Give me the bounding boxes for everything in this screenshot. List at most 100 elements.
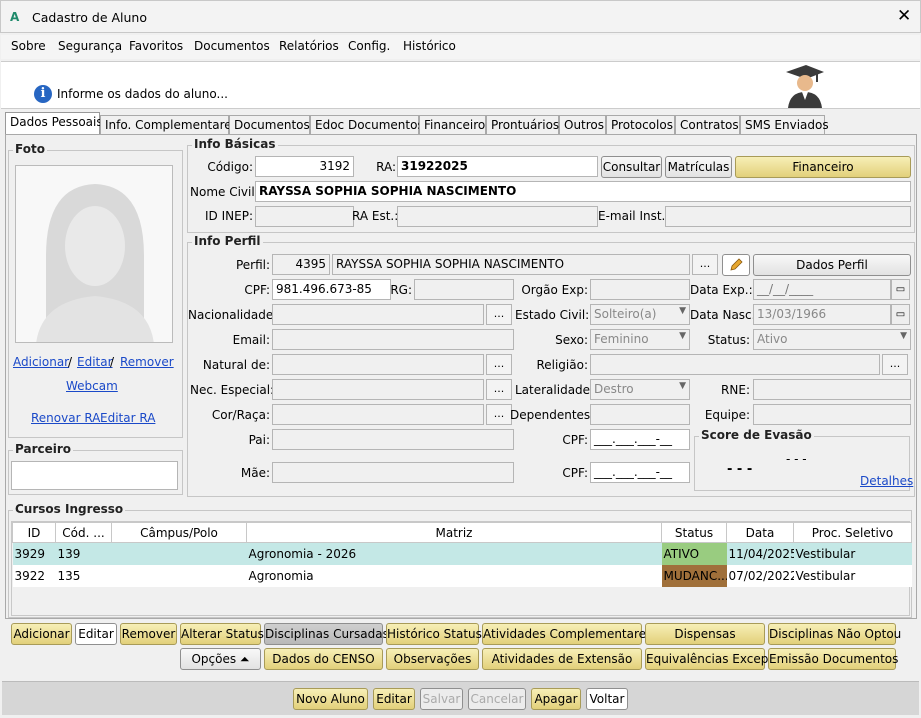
observacoes-button[interactable]: Observações [386, 648, 479, 670]
dados-perfil-button[interactable]: Dados Perfil [753, 254, 911, 276]
editar-ra-link[interactable]: Editar RA [100, 411, 155, 425]
disciplinas-cursadas-button[interactable]: Disciplinas Cursadas [264, 623, 389, 645]
nome-civil-field[interactable]: RAYSSA SOPHIA SOPHIA NASCIMENTO [255, 181, 911, 202]
id-inep-field[interactable] [255, 206, 354, 227]
data-exp-field[interactable]: __/__/____ [753, 279, 891, 300]
dispensas-button[interactable]: Dispensas [645, 623, 765, 645]
tab-info-complementares[interactable]: Info. Complementares [100, 115, 238, 135]
religiao-lookup-button[interactable]: ... [882, 354, 908, 375]
nec-especial-lookup-button[interactable]: ... [486, 379, 512, 400]
cancelar-button[interactable]: Cancelar [468, 688, 526, 710]
menu-relatorios[interactable]: Relatórios [279, 39, 339, 53]
cor-raca-lookup-button[interactable]: ... [486, 404, 512, 425]
consultar-button[interactable]: Consultar [601, 156, 662, 178]
tab-financeiro[interactable]: Financeiro [419, 115, 486, 135]
email-field[interactable] [272, 329, 514, 350]
nacionalidade-lookup-button[interactable]: ... [486, 304, 512, 325]
status-select[interactable]: Ativo ▼ [753, 329, 911, 350]
tab-sms-enviados[interactable]: SMS Enviados [740, 115, 829, 135]
col-campus[interactable]: Câmpus/Polo [111, 522, 247, 543]
menu-historico[interactable]: Histórico [403, 39, 456, 53]
salvar-button[interactable]: Salvar [420, 688, 463, 710]
pai-field[interactable] [272, 429, 514, 450]
menu-seguranca[interactable]: Segurança [58, 39, 122, 53]
data-nasc-field[interactable]: 13/03/1966 [753, 304, 891, 325]
tab-outros[interactable]: Outros [559, 115, 606, 135]
mae-field[interactable] [272, 462, 514, 483]
menu-favoritos[interactable]: Favoritos [129, 39, 183, 53]
col-id[interactable]: ID [12, 522, 56, 543]
dependentes-field[interactable] [590, 404, 690, 425]
ra-est-field[interactable] [397, 206, 598, 227]
nec-especial-field[interactable] [272, 379, 484, 400]
financeiro-button[interactable]: Financeiro [735, 156, 911, 178]
tab-prontuarios[interactable]: Prontuários [486, 115, 559, 135]
cor-raca-field[interactable] [272, 404, 484, 425]
foto-remover-link[interactable]: Remover [120, 355, 174, 369]
atividades-complementares-button[interactable]: Atividades Complementares [482, 623, 652, 645]
orgao-exp-field[interactable] [590, 279, 690, 300]
perfil-lookup-button[interactable]: ... [692, 254, 718, 275]
col-cod[interactable]: Cód. ... [55, 522, 112, 543]
adicionar-curso-button[interactable]: Adicionar [11, 623, 72, 645]
tab-dados-pessoais[interactable]: Dados Pessoais [5, 112, 103, 135]
remover-curso-button[interactable]: Remover [120, 623, 177, 645]
foto-adicionar-link[interactable]: Adicionar [13, 355, 69, 369]
natural-field[interactable] [272, 354, 484, 375]
calendar-icon[interactable]: ▭ [891, 279, 910, 300]
col-status[interactable]: Status [661, 522, 727, 543]
religiao-field[interactable] [590, 354, 880, 375]
editar-button[interactable]: Editar [373, 688, 415, 710]
tab-contratos[interactable]: Contratos [675, 115, 740, 135]
ra-field[interactable]: 31922025 [397, 156, 598, 177]
renovar-ra-link[interactable]: Renovar RA [31, 411, 100, 425]
perfil-id-field[interactable]: 4395 [272, 254, 330, 275]
email-inst-field[interactable] [665, 206, 911, 227]
col-proc-seletivo[interactable]: Proc. Seletivo [793, 522, 912, 543]
tab-protocolos[interactable]: Protocolos [606, 115, 675, 135]
historico-status-button[interactable]: Histórico Status [386, 623, 482, 645]
rne-field[interactable] [753, 379, 911, 400]
equipe-field[interactable] [753, 404, 911, 425]
cpf-field[interactable]: 981.496.673-85 [272, 279, 391, 300]
alterar-status-button[interactable]: Alterar Status [180, 623, 264, 645]
dados-censo-button[interactable]: Dados do CENSO [264, 648, 383, 670]
matriculas-button[interactable]: Matrículas [665, 156, 732, 178]
cpf-mae-field[interactable]: ___.___.___-__ [590, 462, 690, 483]
apagar-button[interactable]: Apagar [531, 688, 581, 710]
novo-aluno-button[interactable]: Novo Aluno [293, 688, 368, 710]
cpf-pai-field[interactable]: ___.___.___-__ [590, 429, 690, 450]
opcoes-button[interactable]: Opções ⏶ [180, 648, 261, 670]
sexo-select[interactable]: Feminino ▼ [590, 329, 690, 350]
menu-sobre[interactable]: Sobre [11, 39, 46, 53]
table-row[interactable]: 3922 135 Agronomia MUDANC... 07/02/2022 … [12, 564, 912, 587]
estado-civil-select[interactable]: Solteiro(a) ▼ [590, 304, 690, 325]
foto-editar-link[interactable]: Editar [77, 355, 113, 369]
tab-edoc-documentos[interactable]: Edoc Documentos [310, 115, 424, 135]
emissao-documentos-button[interactable]: Emissão Documentos [768, 648, 898, 670]
menu-documentos[interactable]: Documentos [194, 39, 270, 53]
menu-config[interactable]: Config. [348, 39, 390, 53]
table-row[interactable]: 3929 139 Agronomia - 2026 ATIVO 11/04/20… [12, 542, 912, 565]
nacionalidade-field[interactable] [272, 304, 484, 325]
perfil-nome-field[interactable]: RAYSSA SOPHIA SOPHIA NASCIMENTO [332, 254, 690, 275]
lateralidade-select[interactable]: Destro ▼ [590, 379, 690, 400]
parceiro-title: Parceiro [13, 442, 74, 456]
disciplinas-nao-optou-button[interactable]: Disciplinas Não Optou [768, 623, 901, 645]
parceiro-field[interactable] [11, 461, 178, 490]
natural-lookup-button[interactable]: ... [486, 354, 512, 375]
edit-pencil-icon[interactable] [722, 254, 750, 276]
calendar-icon[interactable]: ▭ [891, 304, 910, 325]
atividades-extensao-button[interactable]: Atividades de Extensão [482, 648, 642, 670]
tab-documentos[interactable]: Documentos [229, 115, 310, 135]
close-icon[interactable]: ✕ [897, 6, 911, 26]
col-data[interactable]: Data [726, 522, 794, 543]
editar-curso-button[interactable]: Editar [75, 623, 117, 645]
col-matriz[interactable]: Matriz [246, 522, 662, 543]
voltar-button[interactable]: Voltar [586, 688, 628, 710]
webcam-link[interactable]: Webcam [66, 379, 118, 393]
codigo-field[interactable]: 3192 [255, 156, 354, 177]
equivalencias-button[interactable]: Equivalências Excep. [645, 648, 772, 670]
detalhes-link[interactable]: Detalhes [860, 474, 913, 488]
rg-field[interactable] [414, 279, 514, 300]
